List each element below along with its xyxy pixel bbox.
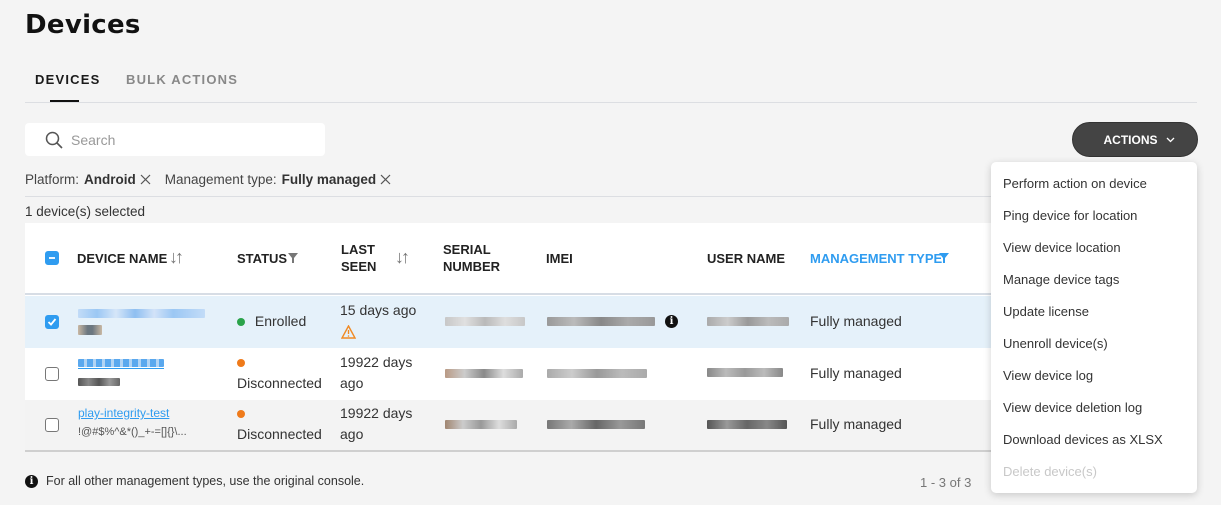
status-dot [237, 359, 245, 367]
menu-item-view-log[interactable]: View device log [1003, 368, 1093, 383]
active-filters: Platform: Android Management type: Fully… [25, 172, 405, 187]
remove-filter-management-type-icon[interactable] [380, 174, 391, 185]
search-box [25, 123, 325, 156]
actions-button-label: ACTIONS [1103, 132, 1158, 147]
status-dot [237, 410, 245, 418]
device-subtitle [78, 378, 120, 386]
serial-number [445, 317, 525, 326]
column-header-last-seen-line1: LAST [341, 242, 375, 257]
column-header-status[interactable]: STATUS [237, 250, 287, 267]
footer-note-text: For all other management types, use the … [46, 474, 365, 488]
column-header-last-seen-line2: SEEN [341, 259, 377, 274]
info-icon[interactable]: i [665, 315, 678, 328]
last-seen-line2: ago [340, 426, 364, 442]
serial-number [445, 420, 517, 429]
column-header-serial-line2: NUMBER [443, 259, 501, 274]
filter-active-icon[interactable] [939, 253, 949, 263]
select-all-checkbox[interactable] [45, 251, 59, 265]
user-name [707, 317, 789, 326]
management-type-cell: Fully managed [810, 313, 902, 329]
column-header-user-name: USER NAME [707, 251, 786, 266]
status-text: Disconnected [237, 426, 322, 442]
management-type-cell: Fully managed [810, 365, 902, 381]
menu-item-delete-devices: Delete device(s) [1003, 464, 1097, 479]
actions-button[interactable]: ACTIONS [1072, 122, 1198, 157]
last-seen-cell: 19922 days ago [340, 403, 412, 445]
table-row[interactable]: Enrolled 15 days ago i Fully managed [25, 296, 1000, 348]
table-bottom-border [25, 450, 1000, 452]
footer-note: i For all other management types, use th… [25, 474, 364, 488]
selection-count: 1 device(s) selected [25, 204, 146, 219]
table-row[interactable]: Disconnected 19922 days ago Fully manage… [25, 348, 1000, 400]
column-header-imei: IMEI [546, 251, 573, 266]
row-checkbox[interactable] [45, 315, 59, 329]
status-text: Disconnected [237, 375, 322, 391]
divider [25, 196, 995, 197]
menu-item-ping-device[interactable]: Ping device for location [1003, 208, 1137, 223]
menu-item-manage-tags[interactable]: Manage device tags [1003, 272, 1119, 287]
page-title: Devices [25, 10, 141, 40]
user-name [707, 420, 787, 429]
tab-bar: DEVICES BULK ACTIONS [25, 62, 1197, 103]
filter-management-type-label: Management type: [164, 172, 277, 187]
last-seen-line1: 19922 days [340, 405, 413, 421]
search-icon [45, 131, 63, 149]
device-name-link[interactable] [78, 306, 205, 320]
sort-icon[interactable]: ↓↑ [395, 247, 410, 268]
filter-platform-label: Platform: [25, 172, 80, 187]
menu-item-download-xlsx[interactable]: Download devices as XLSX [1003, 432, 1163, 447]
status-dot [237, 318, 245, 326]
table-row[interactable]: play-integrity-test !@#$%^&*()_+-=[]{}\.… [25, 400, 1000, 450]
last-seen-cell: 19922 days ago [340, 352, 412, 394]
warning-icon [341, 325, 356, 339]
device-name-link[interactable] [78, 356, 164, 370]
menu-item-unenroll[interactable]: Unenroll device(s) [1003, 336, 1108, 351]
active-tab-indicator [50, 100, 79, 102]
status-cell: Disconnected [237, 352, 322, 394]
imei [547, 317, 655, 326]
check-icon [47, 318, 57, 326]
status-cell: Enrolled [237, 311, 306, 332]
filter-platform-value: Android [84, 172, 136, 187]
imei [547, 420, 645, 429]
last-seen-line1: 19922 days [340, 354, 413, 370]
management-type-cell: Fully managed [810, 416, 902, 432]
chevron-down-icon [1166, 137, 1174, 142]
user-name [707, 368, 783, 377]
imei [547, 369, 647, 378]
actions-menu: Perform action on device Ping device for… [991, 162, 1197, 493]
column-header-serial-line1: SERIAL [443, 242, 491, 257]
filter-icon[interactable] [288, 253, 298, 263]
device-subtitle [78, 325, 102, 335]
row-checkbox[interactable] [45, 367, 59, 381]
tab-devices[interactable]: DEVICES [35, 72, 100, 87]
filter-management-type-value: Fully managed [281, 172, 377, 187]
menu-item-view-location[interactable]: View device location [1003, 240, 1121, 255]
menu-item-perform-action[interactable]: Perform action on device [1003, 176, 1147, 191]
tab-bulk-actions[interactable]: BULK ACTIONS [126, 72, 238, 87]
last-seen-text: 15 days ago [340, 302, 417, 318]
status-cell: Disconnected [237, 403, 322, 445]
menu-item-update-license[interactable]: Update license [1003, 304, 1089, 319]
minus-icon [49, 257, 55, 259]
serial-number [445, 369, 523, 378]
column-header-serial-number: SERIAL NUMBER [443, 241, 500, 275]
column-header-device-name[interactable]: DEVICE NAME [77, 250, 167, 267]
remove-filter-platform-icon[interactable] [140, 174, 151, 185]
menu-item-view-deletion-log[interactable]: View device deletion log [1003, 400, 1142, 415]
device-name-link[interactable]: play-integrity-test [78, 406, 169, 420]
sort-icon[interactable]: ↓↑ [169, 247, 184, 268]
last-seen-line2: ago [340, 375, 364, 391]
column-header-management-type[interactable]: MANAGEMENT TYPE [810, 250, 942, 267]
pagination-info: 1 - 3 of 3 [920, 475, 972, 490]
table-header: DEVICE NAME ↓↑ STATUS LAST SEEN ↓↑ SERIA… [25, 223, 1000, 295]
column-header-last-seen[interactable]: LAST SEEN [341, 241, 376, 275]
info-icon: i [25, 474, 38, 488]
status-text: Enrolled [254, 313, 307, 329]
search-input[interactable] [71, 123, 321, 156]
device-subtitle: !@#$%^&*()_+-=[]{}\... [78, 426, 187, 438]
devices-table: DEVICE NAME ↓↑ STATUS LAST SEEN ↓↑ SERIA… [25, 223, 1000, 450]
row-checkbox[interactable] [45, 418, 59, 432]
